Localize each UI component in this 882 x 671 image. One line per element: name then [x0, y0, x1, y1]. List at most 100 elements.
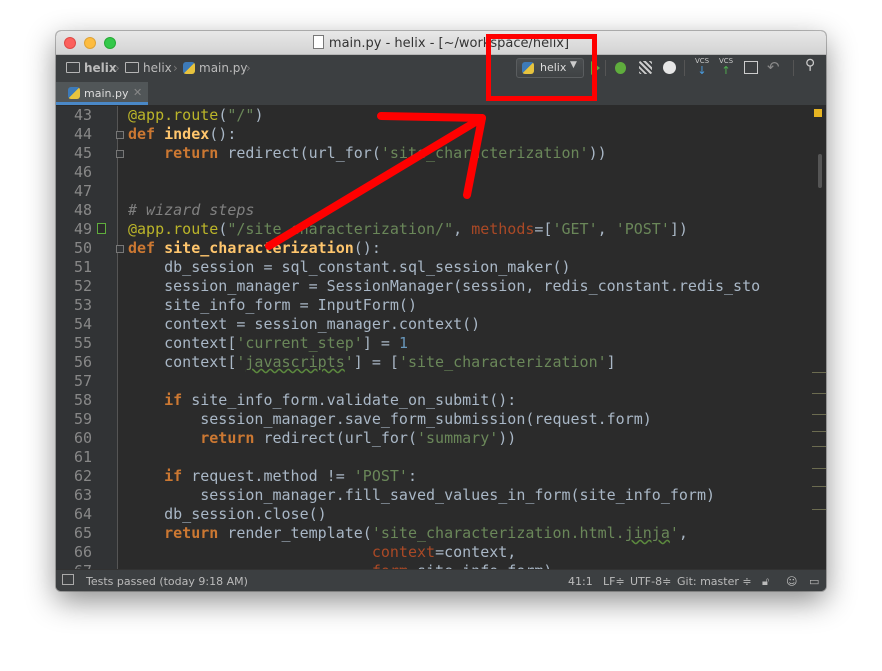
- breadcrumb-separator: ›: [173, 61, 178, 75]
- error-stripe[interactable]: [812, 486, 826, 487]
- code-line-67[interactable]: form=site_info_form): [128, 562, 553, 569]
- status-bar: Tests passed (today 9:18 AM) 41:1 LF≑ UT…: [56, 569, 826, 591]
- line-number: 66: [73, 543, 92, 561]
- line-number: 50: [73, 239, 92, 257]
- breadcrumb-separator: ›: [246, 61, 251, 75]
- code-line-49[interactable]: @app.route("/site_characterization/", me…: [128, 220, 688, 239]
- code-line-57[interactable]: [128, 372, 137, 391]
- error-stripe[interactable]: [812, 431, 826, 432]
- navigation-bar: helix › helix › main.py › helix ▼ VCS ↓ V…: [56, 55, 826, 83]
- revert-icon[interactable]: ↶: [767, 58, 780, 76]
- line-number: 54: [73, 315, 92, 333]
- code-line-43[interactable]: @app.route("/"): [128, 106, 263, 125]
- file-icon: [312, 35, 324, 49]
- line-number: 52: [73, 277, 92, 295]
- breadcrumb-separator: ›: [115, 61, 120, 75]
- code-line-45[interactable]: return redirect(url_for('site_characteri…: [128, 144, 607, 163]
- error-stripe[interactable]: [812, 509, 826, 510]
- code-line-62[interactable]: if request.method != 'POST':: [128, 467, 417, 486]
- window-title: main.py - helix - [~/workspace/helix]: [56, 35, 826, 51]
- profile-icon[interactable]: [663, 61, 676, 74]
- code-line-47[interactable]: [128, 182, 137, 201]
- line-number: 45: [73, 144, 92, 162]
- line-number: 53: [73, 296, 92, 314]
- error-stripe[interactable]: [812, 414, 826, 415]
- vcs-update-icon[interactable]: VCS ↓: [693, 57, 711, 76]
- line-number: 67: [56, 562, 92, 569]
- code-line-60[interactable]: return redirect(url_for('summary')): [128, 429, 516, 448]
- line-number: 46: [73, 163, 92, 181]
- code-line-58[interactable]: if site_info_form.validate_on_submit():: [128, 391, 516, 410]
- code-line-52[interactable]: session_manager = SessionManager(session…: [128, 277, 760, 296]
- line-number: 48: [73, 201, 92, 219]
- code-line-59[interactable]: session_manager.save_form_submission(req…: [128, 410, 652, 429]
- status-message[interactable]: Tests passed (today 9:18 AM): [86, 575, 248, 588]
- close-tab-icon[interactable]: ✕: [133, 86, 142, 99]
- notifications-icon[interactable]: ▭: [809, 575, 819, 588]
- line-number: 47: [73, 182, 92, 200]
- code-editor[interactable]: 43 44 45 46 47 48 49 50 51 52 53 54 55 5…: [56, 106, 826, 569]
- line-number: 63: [73, 486, 92, 504]
- coverage-icon[interactable]: [639, 61, 652, 74]
- line-number: 59: [73, 410, 92, 428]
- ide-window: main.py - helix - [~/workspace/helix] he…: [56, 31, 826, 591]
- tab-main-py[interactable]: main.py ✕: [56, 82, 148, 105]
- code-line-48[interactable]: # wizard steps: [128, 201, 254, 220]
- error-stripe[interactable]: [812, 468, 826, 469]
- code-line-53[interactable]: site_info_form = InputForm(): [128, 296, 417, 315]
- python-file-icon: [183, 62, 195, 74]
- line-number-gutter: 43 44 45 46 47 48 49 50 51 52 53 54 55 5…: [56, 106, 117, 569]
- python-file-icon: [68, 87, 80, 99]
- code-line-63[interactable]: session_manager.fill_saved_values_in_for…: [128, 486, 715, 505]
- code-line-65[interactable]: return render_template('site_characteriz…: [128, 524, 688, 543]
- line-number: 55: [73, 334, 92, 352]
- error-stripe[interactable]: [812, 446, 826, 447]
- code-line-64[interactable]: db_session.close(): [128, 505, 327, 524]
- annotation-highlight-box: [486, 34, 597, 101]
- code-line-50[interactable]: def site_characterization():: [128, 239, 381, 258]
- code-line-44[interactable]: def index():: [128, 125, 236, 144]
- line-number: 43: [73, 106, 92, 124]
- code-line-51[interactable]: db_session = sql_constant.sql_session_ma…: [128, 258, 570, 277]
- line-number: 61: [73, 448, 92, 466]
- title-bar: main.py - helix - [~/workspace/helix]: [56, 31, 826, 55]
- code-line-46[interactable]: [128, 163, 137, 182]
- line-number: 64: [73, 505, 92, 523]
- file-encoding[interactable]: UTF-8≑: [630, 575, 671, 588]
- fold-marker-icon[interactable]: [116, 150, 124, 158]
- lock-icon[interactable]: 🔓︎: [762, 575, 769, 589]
- tool-windows-icon[interactable]: [62, 574, 74, 585]
- breadcrumb-project[interactable]: helix: [66, 61, 117, 77]
- line-number: 57: [73, 372, 92, 390]
- route-gutter-icon[interactable]: [97, 223, 106, 234]
- line-number: 65: [73, 524, 92, 542]
- history-icon[interactable]: [744, 61, 758, 74]
- line-number: 51: [73, 258, 92, 276]
- fold-marker-icon[interactable]: [116, 131, 124, 139]
- code-line-54[interactable]: context = session_manager.context(): [128, 315, 480, 334]
- code-line-55[interactable]: context['current_step'] = 1: [128, 334, 408, 353]
- line-number: 58: [73, 391, 92, 409]
- error-stripe[interactable]: [812, 372, 826, 373]
- editor-scrollbar[interactable]: [818, 154, 822, 188]
- code-line-56[interactable]: context['javascripts'] = ['site_characte…: [128, 353, 616, 372]
- breadcrumb-folder[interactable]: helix: [125, 61, 172, 77]
- error-stripe[interactable]: [812, 393, 826, 394]
- code-line-61[interactable]: [128, 448, 137, 467]
- vcs-commit-icon[interactable]: VCS ↑: [717, 57, 735, 76]
- git-branch[interactable]: Git: master ≑: [677, 575, 752, 588]
- code-line-66[interactable]: context=context,: [128, 543, 517, 562]
- fold-marker-icon[interactable]: [116, 245, 124, 253]
- inspector-icon[interactable]: ☺: [786, 575, 797, 588]
- search-icon[interactable]: ⚲: [805, 57, 815, 73]
- warning-marker-icon[interactable]: [814, 109, 822, 117]
- folder-icon: [125, 62, 139, 73]
- folder-icon: [66, 62, 80, 73]
- editor-tabs: main.py ✕: [56, 82, 826, 106]
- line-number: 56: [73, 353, 92, 371]
- breadcrumb-file[interactable]: main.py: [183, 61, 248, 77]
- line-separator[interactable]: LF≑: [603, 575, 625, 588]
- cursor-position[interactable]: 41:1: [568, 575, 593, 588]
- debug-icon[interactable]: [615, 62, 626, 74]
- line-number: 60: [73, 429, 92, 447]
